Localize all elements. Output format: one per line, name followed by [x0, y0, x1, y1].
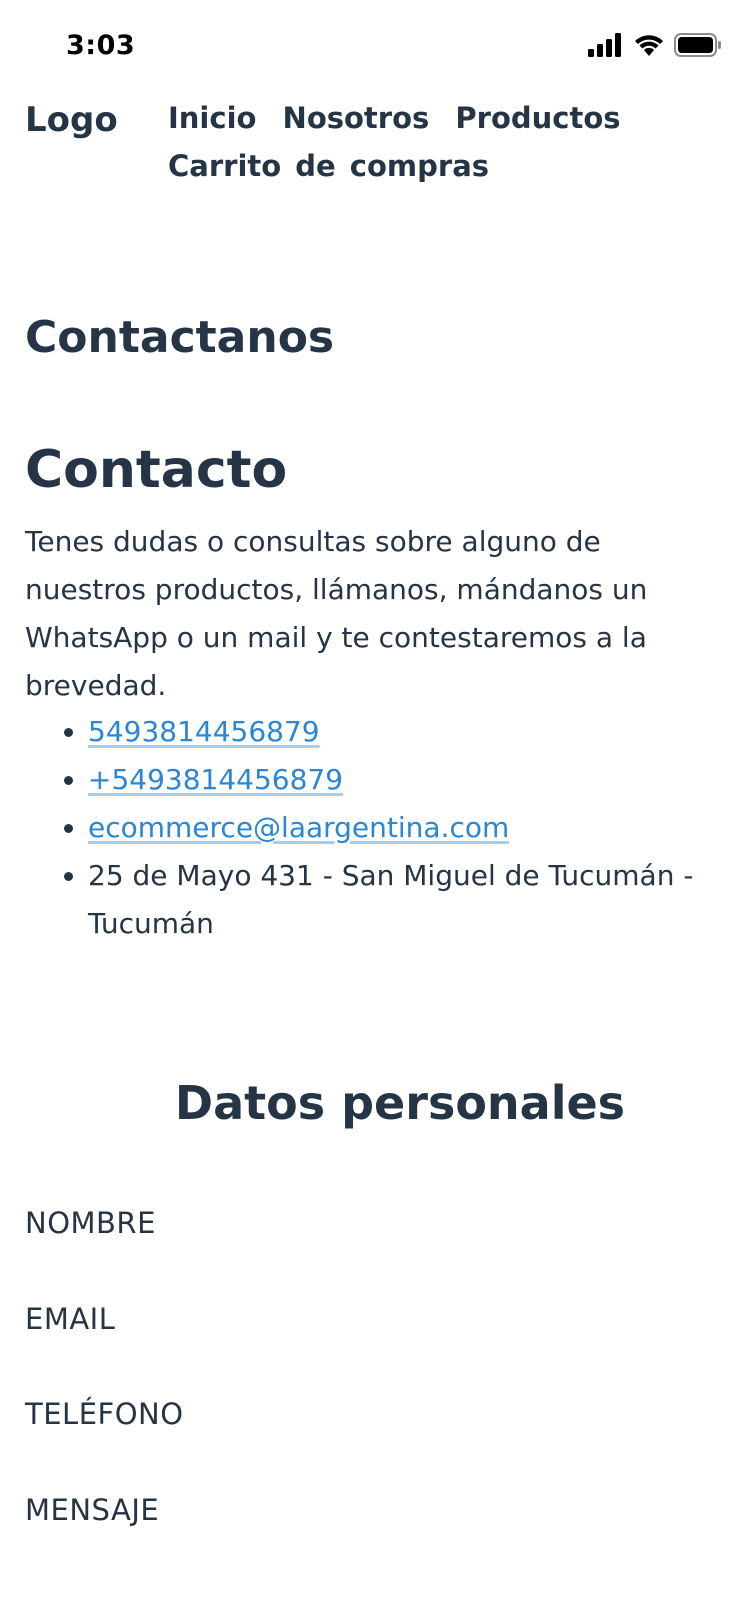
cellular-signal-icon — [588, 33, 621, 57]
page-title: Contactanos — [25, 312, 335, 363]
email-link[interactable]: ecommerce@laargentina.com — [88, 811, 509, 844]
contact-description: Tenes dudas o consultas sobre alguno de … — [25, 525, 648, 702]
message-field-label: MENSAJE — [25, 1493, 160, 1527]
phone-link[interactable]: 5493814456879 — [88, 715, 320, 748]
status-bar: 3:03 — [0, 0, 752, 94]
contact-item-email: ecommerce@laargentina.com — [88, 804, 752, 852]
email-field-label: EMAIL — [25, 1302, 116, 1336]
form-heading: Datos personales — [174, 1076, 626, 1130]
whatsapp-link[interactable]: +5493814456879 — [88, 763, 343, 796]
contact-heading: Contacto — [25, 440, 288, 500]
contact-item-whatsapp: +5493814456879 — [88, 756, 752, 804]
nav-item-productos[interactable]: Productos — [455, 101, 620, 135]
contact-item-address: 25 de Mayo 431 - San Miguel de Tucumán -… — [88, 852, 752, 948]
contact-list: 5493814456879 +5493814456879 ecommerce@l… — [50, 708, 752, 948]
wifi-icon — [635, 35, 663, 56]
phone-field-label: TELÉFONO — [25, 1397, 184, 1431]
contact-item-phone: 5493814456879 — [88, 708, 752, 756]
nav-item-inicio[interactable]: Inicio — [168, 101, 256, 135]
name-field-label: NOMBRE — [25, 1206, 156, 1240]
battery-icon — [674, 33, 721, 57]
nav-menu: Inicio Nosotros Productos Carrito de com… — [168, 94, 738, 190]
status-icons — [588, 33, 722, 57]
nav-item-carrito-de-compras[interactable]: Carrito de compras — [168, 149, 489, 183]
nav-item-nosotros[interactable]: Nosotros — [283, 101, 430, 135]
status-time: 3:03 — [66, 30, 136, 61]
logo[interactable]: Logo — [25, 100, 118, 140]
